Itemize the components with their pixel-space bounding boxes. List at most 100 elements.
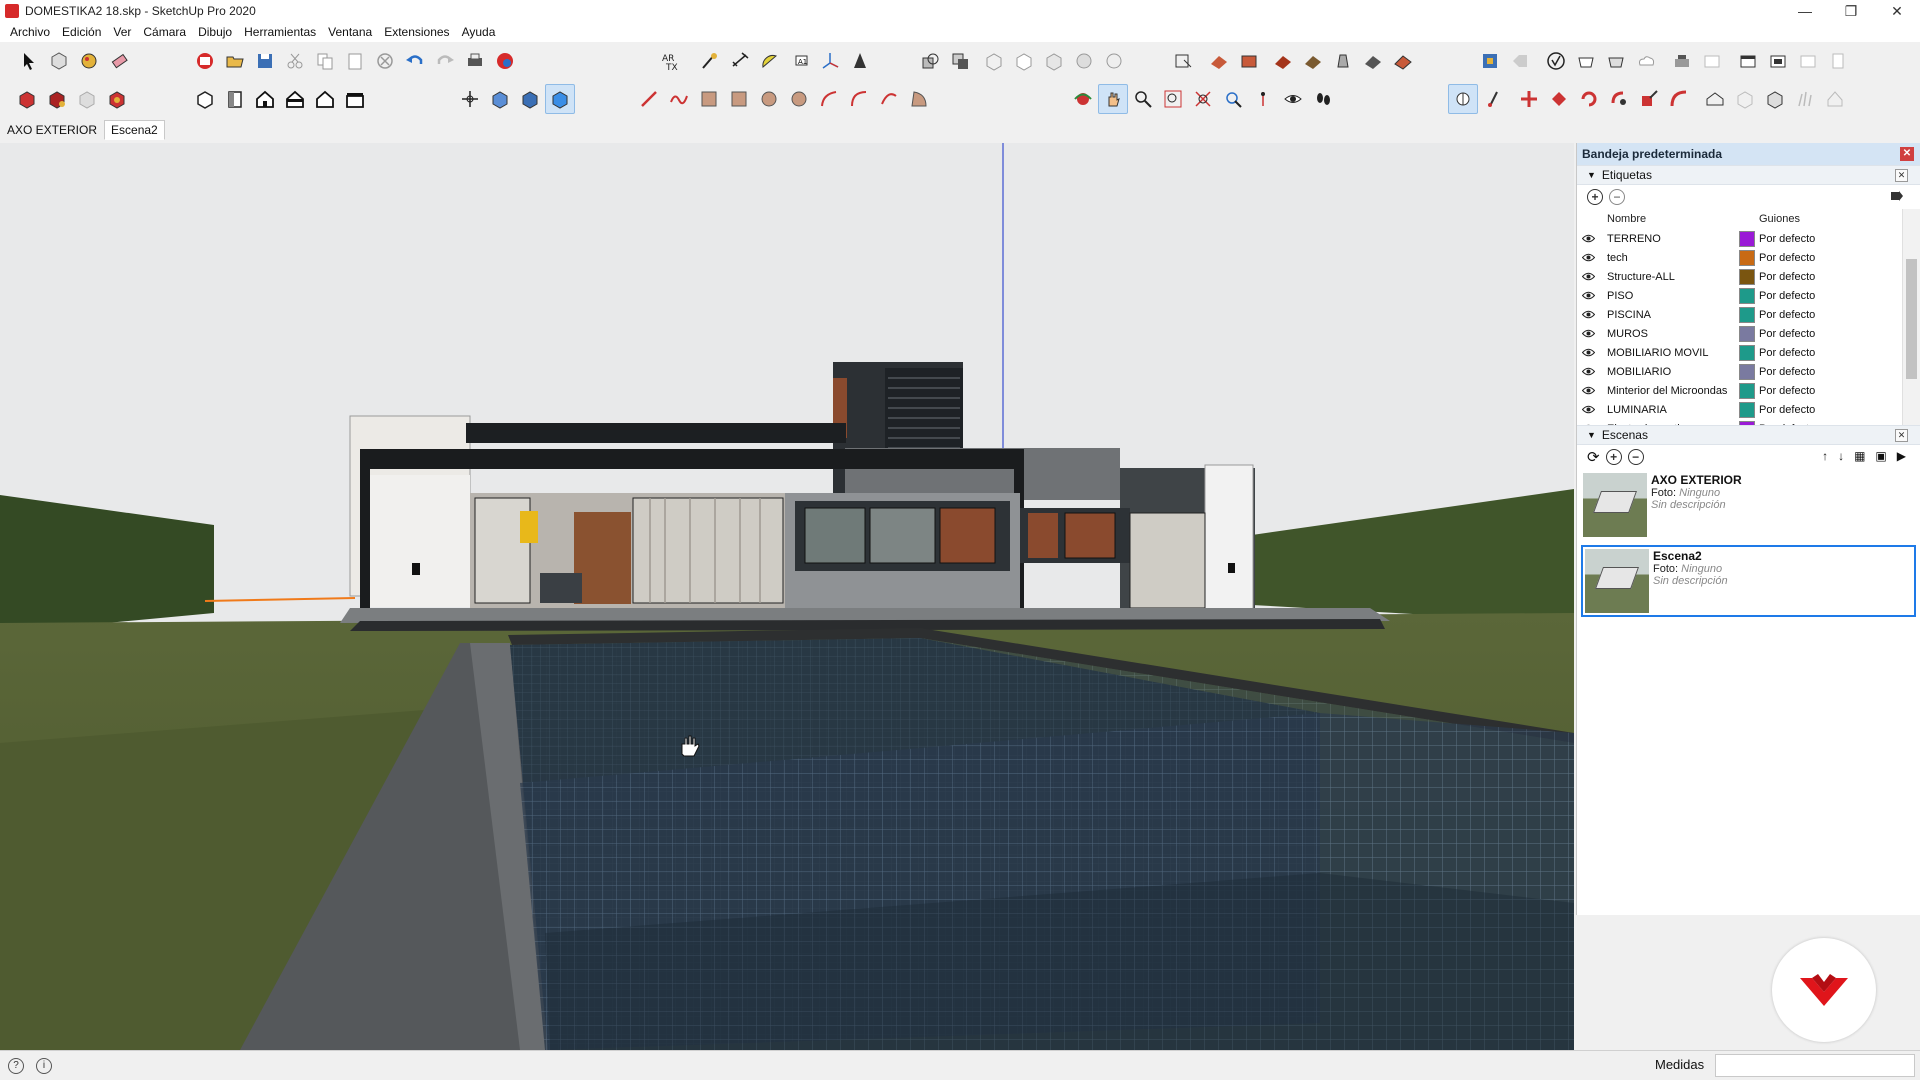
left-view-icon[interactable] xyxy=(340,84,370,114)
cut-icon[interactable] xyxy=(280,46,310,76)
tag-color-swatch[interactable] xyxy=(1739,306,1755,323)
tag-dash-style[interactable]: Por defecto xyxy=(1759,404,1815,416)
delete-icon[interactable] xyxy=(370,46,400,76)
scale-icon[interactable] xyxy=(1634,84,1664,114)
move-icon[interactable] xyxy=(455,84,485,114)
tag-color-swatch[interactable] xyxy=(1739,363,1755,380)
save-icon[interactable] xyxy=(250,46,280,76)
move-scene-down-icon[interactable]: ↓ xyxy=(1838,449,1844,463)
add-tag-icon[interactable]: + xyxy=(1587,189,1603,205)
menu-ventana[interactable]: Ventana xyxy=(322,22,378,42)
top-view-icon[interactable] xyxy=(220,84,250,114)
tag-row[interactable]: TERRENO Por defecto xyxy=(1577,229,1920,248)
offset-red-icon[interactable] xyxy=(1664,84,1694,114)
tag-name[interactable]: PISCINA xyxy=(1607,309,1735,321)
menu-ver[interactable]: Ver xyxy=(107,22,137,42)
zoom-window-icon[interactable] xyxy=(1158,84,1188,114)
tag-color-swatch[interactable] xyxy=(1739,230,1755,247)
tag-color-swatch[interactable] xyxy=(1739,287,1755,304)
eye-visibility-icon[interactable] xyxy=(1581,291,1595,300)
tags-col-dashes[interactable]: Guiones xyxy=(1759,213,1800,225)
tag-row[interactable]: PISO Por defecto xyxy=(1577,286,1920,305)
eye-visibility-icon[interactable] xyxy=(1581,386,1595,395)
tray-close-button[interactable]: ✕ xyxy=(1900,147,1914,161)
tag-name[interactable]: Structure-ALL xyxy=(1607,271,1735,283)
tag-row[interactable]: MOBILIARIO MOVIL Por defecto xyxy=(1577,343,1920,362)
sandbox-grid-icon[interactable] xyxy=(1234,46,1264,76)
minimize-button[interactable]: — xyxy=(1782,0,1828,22)
look-around-icon[interactable] xyxy=(1278,84,1308,114)
section-display-icon[interactable] xyxy=(1448,84,1478,114)
circle-icon[interactable] xyxy=(754,84,784,114)
eye-visibility-icon[interactable] xyxy=(1581,405,1595,414)
component-tool-icon[interactable] xyxy=(44,46,74,76)
view-options-icon[interactable]: ▦ xyxy=(1854,449,1865,463)
flip-edge-icon[interactable] xyxy=(1388,46,1418,76)
tag-dash-style[interactable]: Por defecto xyxy=(1759,385,1815,397)
tag-name[interactable]: MOBILIARIO xyxy=(1607,366,1735,378)
eye-visibility-icon[interactable] xyxy=(1581,234,1595,243)
extension-warehouse-icon[interactable] xyxy=(12,84,42,114)
drape-icon[interactable] xyxy=(1328,46,1358,76)
move-red-icon[interactable] xyxy=(1514,84,1544,114)
hidden-line-icon[interactable] xyxy=(1009,46,1039,76)
scenes-panel-close-icon[interactable]: ✕ xyxy=(1895,429,1908,442)
tag-dash-style[interactable]: Por defecto xyxy=(1759,252,1815,264)
eye-visibility-icon[interactable] xyxy=(1581,329,1595,338)
tag-color-swatch[interactable] xyxy=(1739,249,1755,266)
views-iso-icon[interactable] xyxy=(1733,46,1763,76)
undo-icon[interactable] xyxy=(400,46,430,76)
grass-icon[interactable] xyxy=(1790,84,1820,114)
paste-icon[interactable] xyxy=(340,46,370,76)
offset-icon[interactable] xyxy=(545,84,575,114)
menu-dibujo[interactable]: Dibujo xyxy=(192,22,238,42)
rotate-icon[interactable] xyxy=(1574,84,1604,114)
iso-view-icon[interactable] xyxy=(190,84,220,114)
protractor-icon[interactable] xyxy=(755,46,785,76)
tag-color-swatch[interactable] xyxy=(1739,268,1755,285)
tag-color-swatch[interactable] xyxy=(1739,382,1755,399)
print-icon[interactable] xyxy=(460,46,490,76)
text-tool-icon[interactable]: A1 xyxy=(785,46,815,76)
line-tool-icon[interactable] xyxy=(634,84,664,114)
rotate-red-icon[interactable] xyxy=(1544,84,1574,114)
push-pull-icon[interactable] xyxy=(485,84,515,114)
tag-row[interactable]: LUMINARIA Por defecto xyxy=(1577,400,1920,419)
tags-panel-close-icon[interactable]: ✕ xyxy=(1895,169,1908,182)
scene-card[interactable]: AXO EXTERIOR Foto: Ninguno Sin descripción xyxy=(1581,471,1916,543)
two-point-arc-icon[interactable] xyxy=(844,84,874,114)
eraser-icon[interactable] xyxy=(104,46,134,76)
component-options-icon[interactable] xyxy=(1697,46,1727,76)
right-view-icon[interactable] xyxy=(280,84,310,114)
three-point-arc-icon[interactable] xyxy=(874,84,904,114)
tag-row[interactable]: PISCINA Por defecto xyxy=(1577,305,1920,324)
follow-icon[interactable] xyxy=(1604,84,1634,114)
box-outline-icon[interactable] xyxy=(1730,84,1760,114)
shaded-textures-icon[interactable] xyxy=(1069,46,1099,76)
rectangle-icon[interactable] xyxy=(694,84,724,114)
wireframe-icon[interactable] xyxy=(979,46,1009,76)
arc-icon[interactable] xyxy=(814,84,844,114)
tag-name[interactable]: TERRENO xyxy=(1607,233,1735,245)
redo-icon[interactable] xyxy=(430,46,460,76)
model-warehouse-icon[interactable] xyxy=(72,84,102,114)
tag-dash-style[interactable]: Por defecto xyxy=(1759,290,1815,302)
tab-escena2[interactable]: Escena2 xyxy=(104,120,165,140)
geo-status-icon[interactable]: ? xyxy=(8,1057,24,1074)
open-folder-icon[interactable] xyxy=(220,46,250,76)
solid-tools-icon[interactable] xyxy=(1601,46,1631,76)
rotated-rectangle-icon[interactable] xyxy=(724,84,754,114)
polygon-icon[interactable] xyxy=(784,84,814,114)
tag-row[interactable]: Minterior del Microondas Por defecto xyxy=(1577,381,1920,400)
close-button[interactable]: ✕ xyxy=(1874,0,1920,22)
tag-row[interactable]: MOBILIARIO Por defecto xyxy=(1577,362,1920,381)
tab-axo-exterior[interactable]: AXO EXTERIOR xyxy=(0,120,105,140)
house-line-icon[interactable] xyxy=(1700,84,1730,114)
tags-details-arrow-icon[interactable] xyxy=(1890,189,1904,206)
tag-toggle-icon[interactable] xyxy=(1505,46,1535,76)
dynamic-components-icon[interactable] xyxy=(1667,46,1697,76)
eye-visibility-icon[interactable] xyxy=(1581,367,1595,376)
zoom-extents-icon[interactable] xyxy=(1188,84,1218,114)
solid-inspector-icon[interactable] xyxy=(1541,46,1571,76)
3d-text-icon[interactable] xyxy=(845,46,875,76)
